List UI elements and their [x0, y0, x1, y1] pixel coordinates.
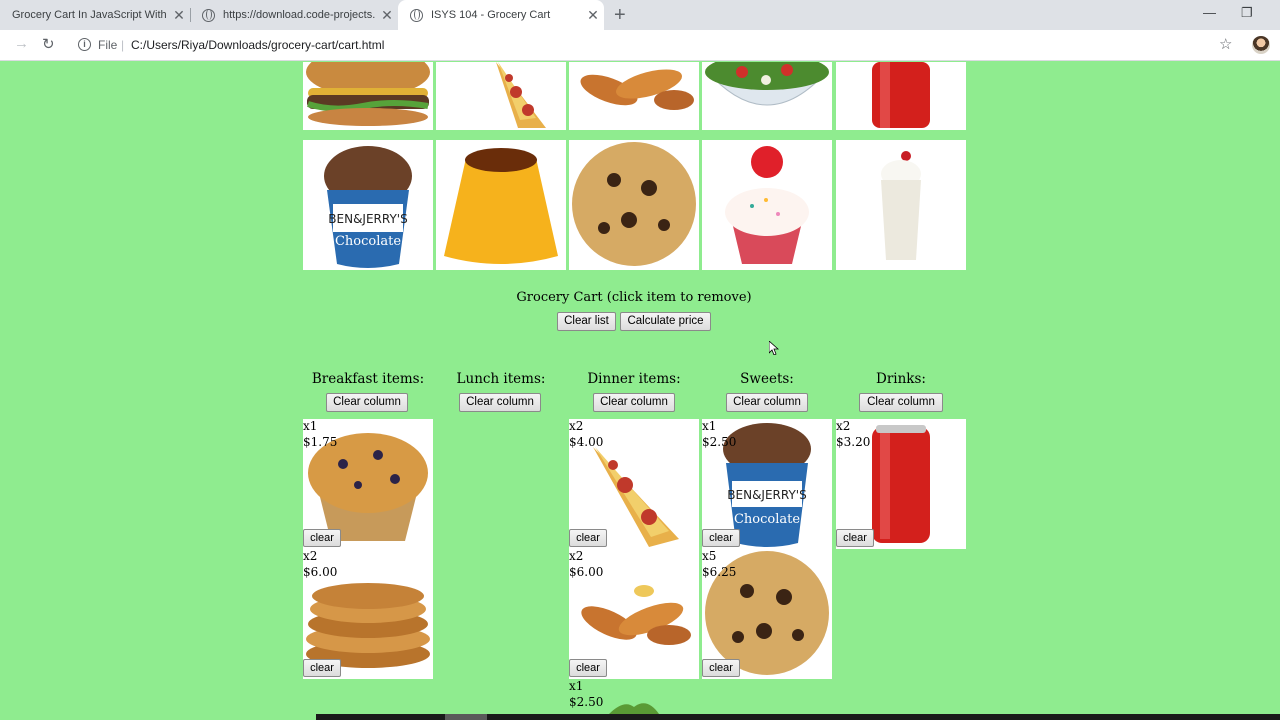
item-price: $6.25 — [702, 565, 737, 579]
tab-grocery-tutorial[interactable]: Grocery Cart In JavaScript With S ✕ — [0, 0, 190, 30]
avatar[interactable] — [1252, 36, 1270, 54]
item-price: $3.20 — [836, 435, 871, 449]
calculate-price-button[interactable]: Calculate price — [620, 312, 711, 331]
item-price: $1.75 — [303, 435, 338, 449]
tab-code-projects[interactable]: https://download.code-projects. ✕ — [190, 0, 398, 30]
column-heading-dinner: Dinner items: — [587, 371, 681, 387]
menu-item-flan[interactable] — [436, 140, 566, 270]
clear-column-dinner-button[interactable]: Clear column — [593, 393, 675, 412]
cart-item-muffin[interactable]: x1 $1.75 clear — [303, 419, 433, 549]
cart-item-salad[interactable]: x1 $2.50 — [569, 679, 699, 714]
menu-item-burger[interactable] — [303, 62, 433, 130]
cart-item-chicken[interactable]: x2 $6.00 clear — [569, 549, 699, 679]
tab-strip: Grocery Cart In JavaScript With S ✕ http… — [0, 0, 1280, 30]
column-heading-sweets: Sweets: — [740, 371, 794, 387]
tab-title: https://download.code-projects. — [223, 9, 376, 21]
clear-item-button[interactable]: clear — [303, 529, 341, 547]
svg-text:Chocolate: Chocolate — [335, 234, 401, 249]
column-heading-lunch: Lunch items: — [456, 371, 546, 387]
item-price: $6.00 — [303, 565, 338, 579]
plus-icon[interactable]: + — [614, 4, 626, 27]
item-quantity: x2 — [569, 419, 584, 433]
item-price: $2.50 — [569, 695, 604, 709]
item-price: $2.50 — [702, 435, 737, 449]
scrollbar-thumb[interactable] — [445, 714, 487, 720]
flan-icon — [444, 148, 558, 264]
cart-item-pancakes[interactable]: x2 $6.00 clear — [303, 549, 433, 679]
svg-text:Chocolate: Chocolate — [734, 512, 800, 527]
menu-item-cupcake[interactable] — [702, 140, 832, 270]
chicken-tenders-icon — [580, 69, 694, 110]
browser-toolbar: → ↻ i File | C:/Users/Riya/Downloads/gro… — [0, 30, 1280, 61]
item-quantity: x2 — [836, 419, 851, 433]
info-icon[interactable]: i — [78, 38, 91, 51]
cart-title: Grocery Cart (click item to remove) — [516, 290, 752, 305]
address-separator: | — [121, 38, 125, 52]
file-label: File — [98, 38, 118, 52]
cart-item-cookie[interactable]: x5 $6.25 clear — [702, 549, 832, 679]
globe-icon — [410, 8, 423, 22]
clear-item-button[interactable]: clear — [569, 529, 607, 547]
clear-column-lunch-button[interactable]: Clear column — [459, 393, 541, 412]
milkshake-icon — [881, 151, 921, 260]
menu-item-soda[interactable] — [836, 62, 966, 130]
clear-item-button[interactable]: clear — [836, 529, 874, 547]
menu-item-cookie[interactable] — [569, 140, 699, 270]
column-heading-breakfast: Breakfast items: — [311, 371, 425, 387]
pizza-icon — [496, 62, 546, 128]
page-content: BEN&JERRY'S Chocolate Grocery Cart (clic… — [0, 62, 1280, 714]
minimize-icon[interactable]: — — [1203, 5, 1216, 20]
clear-column-sweets-button[interactable]: Clear column — [726, 393, 808, 412]
column-heading-drinks: Drinks: — [876, 371, 926, 387]
address-bar[interactable]: C:/Users/Riya/Downloads/grocery-cart/car… — [131, 38, 384, 52]
close-icon[interactable]: ✕ — [376, 7, 398, 24]
clear-item-button[interactable]: clear — [569, 659, 607, 677]
close-icon[interactable]: ✕ — [168, 7, 190, 24]
clear-list-button[interactable]: Clear list — [557, 312, 616, 331]
clear-item-button[interactable]: clear — [303, 659, 341, 677]
menu-item-ice-cream[interactable]: BEN&JERRY'S Chocolate — [303, 140, 433, 270]
menu-item-salad[interactable] — [702, 62, 832, 130]
star-icon[interactable]: ☆ — [1219, 35, 1232, 53]
clear-column-drinks-button[interactable]: Clear column — [859, 393, 943, 412]
item-quantity: x1 — [303, 419, 318, 433]
menu-item-milkshake[interactable] — [836, 140, 966, 270]
soda-can-icon — [872, 62, 930, 128]
tab-title: Grocery Cart In JavaScript With S — [12, 9, 168, 21]
menu-item-pizza[interactable] — [436, 62, 566, 130]
tab-grocery-cart[interactable]: ISYS 104 - Grocery Cart ✕ — [398, 0, 604, 30]
menu-item-chicken[interactable] — [569, 62, 699, 130]
arrow-right-icon[interactable]: → — [14, 35, 29, 52]
cart-item-pizza[interactable]: x2 $4.00 clear — [569, 419, 699, 549]
clear-column-breakfast-button[interactable]: Clear column — [326, 393, 408, 412]
item-price: $4.00 — [569, 435, 604, 449]
restore-icon[interactable]: ❐ — [1241, 5, 1253, 21]
item-quantity: x2 — [303, 549, 318, 563]
item-quantity: x5 — [702, 549, 717, 563]
ice-cream-icon: BEN&JERRY'S Chocolate — [324, 146, 412, 268]
item-price: $6.00 — [569, 565, 604, 579]
cart-item-ice-cream[interactable]: BEN&JERRY'S Chocolate x1 $2.50 clear — [702, 419, 832, 549]
item-quantity: x2 — [569, 549, 584, 563]
item-quantity: x1 — [702, 419, 717, 433]
globe-icon — [202, 8, 215, 22]
svg-text:BEN&JERRY'S: BEN&JERRY'S — [328, 212, 407, 226]
svg-text:BEN&JERRY'S: BEN&JERRY'S — [727, 488, 806, 502]
item-quantity: x1 — [569, 679, 584, 693]
reload-icon[interactable]: ↻ — [42, 35, 55, 53]
burger-icon — [306, 62, 430, 126]
mouse-cursor-icon — [769, 341, 779, 355]
cupcake-icon — [725, 146, 809, 264]
cookie-icon — [572, 142, 696, 266]
clear-item-button[interactable]: clear — [702, 659, 740, 677]
cart-item-soda[interactable]: x2 $3.20 clear — [836, 419, 966, 549]
salad-icon — [704, 62, 830, 106]
close-icon[interactable]: ✕ — [582, 7, 604, 24]
tab-title: ISYS 104 - Grocery Cart — [431, 9, 551, 21]
clear-item-button[interactable]: clear — [702, 529, 740, 547]
